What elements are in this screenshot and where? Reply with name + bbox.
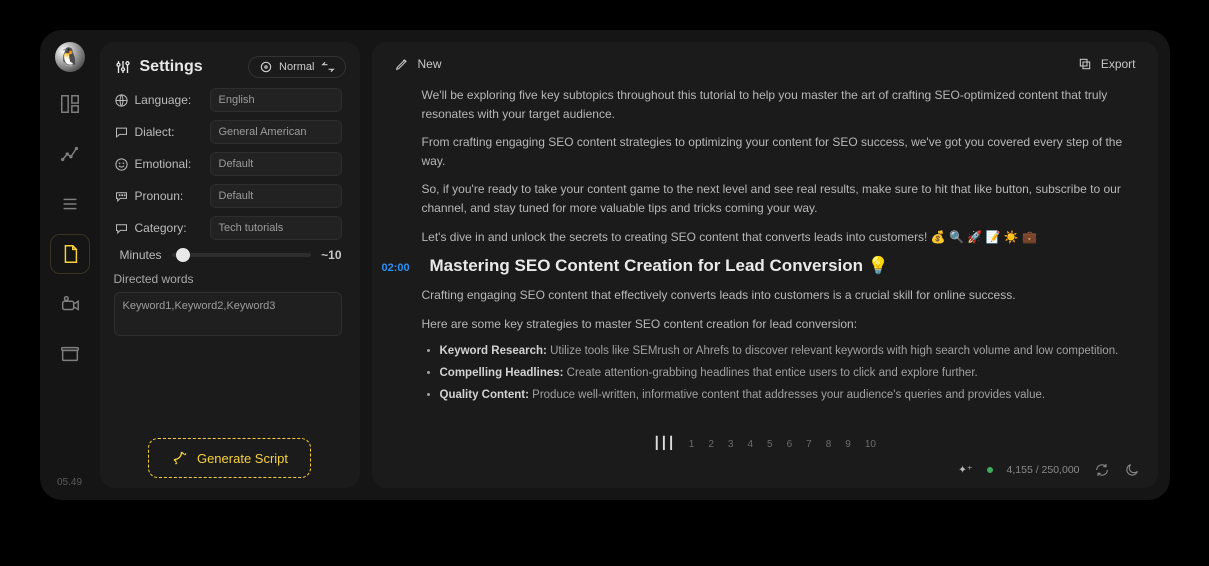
ruler-mark: 9	[845, 439, 851, 450]
settings-title: Settings	[114, 58, 203, 76]
smile-icon	[114, 157, 129, 172]
refresh-icon[interactable]	[1094, 462, 1110, 478]
list-item: Quality Content: Produce well-written, i…	[440, 387, 1128, 405]
nav-camera-icon[interactable]	[50, 284, 90, 324]
ruler-mark: 8	[826, 439, 832, 450]
pronoun-label: Pronoun:	[114, 189, 202, 204]
paragraph: Here are some key strategies to master S…	[422, 315, 1128, 334]
target-icon	[259, 60, 273, 74]
timestamp[interactable]: 02:00	[382, 262, 416, 274]
status-bar: ✦⁺ 4,155 / 250,000	[372, 454, 1158, 488]
pronoun-select[interactable]: Default	[210, 184, 342, 208]
timeline-ruler[interactable]: ┃┃┃ 1 2 3 4 5 6 7 8 9 10	[372, 428, 1158, 454]
ruler-mark: 3	[728, 439, 734, 450]
status-dot	[987, 467, 993, 473]
ruler-mark: 6	[787, 439, 793, 450]
list-item: Keyword Research: Utilize tools like SEM…	[440, 343, 1128, 361]
ruler-mark: 1	[689, 439, 695, 450]
paragraph: We'll be exploring five key subtopics th…	[422, 86, 1128, 123]
pen-icon	[394, 56, 410, 72]
speech-icon	[114, 189, 129, 204]
export-button[interactable]: Export	[1071, 52, 1142, 76]
emotional-select[interactable]: Default	[210, 152, 342, 176]
section-heading: Mastering SEO Content Creation for Lead …	[430, 256, 889, 276]
new-button[interactable]: New	[388, 52, 448, 76]
sliders-icon	[114, 58, 132, 76]
wand-icon	[171, 449, 189, 467]
sparkle-icon: ✦⁺	[958, 464, 972, 476]
ruler-mark: 7	[806, 439, 812, 450]
app-window: 🐧 05.49 Settings Normal	[40, 30, 1170, 500]
nav-document-icon[interactable]	[50, 234, 90, 274]
dialect-label: Dialect:	[114, 125, 202, 140]
ruler-mark: 4	[747, 439, 753, 450]
token-count: 4,155 / 250,000	[1007, 464, 1080, 476]
category-label: Category:	[114, 221, 202, 236]
minutes-slider[interactable]	[172, 253, 312, 257]
ruler-mark: 2	[708, 439, 714, 450]
globe-icon	[114, 93, 129, 108]
export-icon	[1077, 56, 1093, 72]
ruler-cursor-icon[interactable]: ┃┃┃	[653, 436, 675, 450]
dialect-select[interactable]: General American	[210, 120, 342, 144]
nav-list-icon[interactable]	[50, 184, 90, 224]
minutes-value: ~10	[321, 248, 341, 262]
content-panel: New Export We'll be exploring five key s…	[372, 42, 1158, 488]
directed-words-input[interactable]	[114, 292, 342, 336]
ruler-mark: 10	[865, 439, 876, 450]
paragraph: Crafting engaging SEO content that effec…	[422, 286, 1128, 305]
bullet-list: Keyword Research: Utilize tools like SEM…	[440, 343, 1128, 404]
generate-script-button[interactable]: Generate Script	[148, 438, 311, 478]
version-label: 05.49	[57, 477, 82, 488]
nav-strip: 🐧 05.49	[40, 30, 100, 500]
tag-icon	[114, 221, 129, 236]
ruler-mark: 5	[767, 439, 773, 450]
directed-words-label: Directed words	[114, 272, 342, 286]
settings-panel: Settings Normal Language: English Dialec…	[100, 42, 360, 488]
swap-icon	[321, 60, 335, 74]
language-label: Language:	[114, 93, 202, 108]
moon-icon[interactable]	[1124, 462, 1140, 478]
paragraph: From crafting engaging SEO content strat…	[422, 133, 1128, 170]
nav-layout-icon[interactable]	[50, 84, 90, 124]
paragraph: So, if you're ready to take your content…	[422, 180, 1128, 217]
category-select[interactable]: Tech tutorials	[210, 216, 342, 240]
chat-icon	[114, 125, 129, 140]
mode-label: Normal	[279, 61, 314, 73]
mode-selector[interactable]: Normal	[248, 56, 345, 78]
avatar[interactable]: 🐧	[55, 42, 85, 72]
slider-handle[interactable]	[176, 248, 190, 262]
list-item: Compelling Headlines: Create attention-g…	[440, 365, 1128, 383]
paragraph: Let's dive in and unlock the secrets to …	[422, 228, 1128, 247]
nav-archive-icon[interactable]	[50, 334, 90, 374]
article-body[interactable]: We'll be exploring five key subtopics th…	[372, 86, 1158, 428]
nav-analytics-icon[interactable]	[50, 134, 90, 174]
language-select[interactable]: English	[210, 88, 342, 112]
minutes-label: Minutes	[114, 248, 162, 262]
emotional-label: Emotional:	[114, 157, 202, 172]
